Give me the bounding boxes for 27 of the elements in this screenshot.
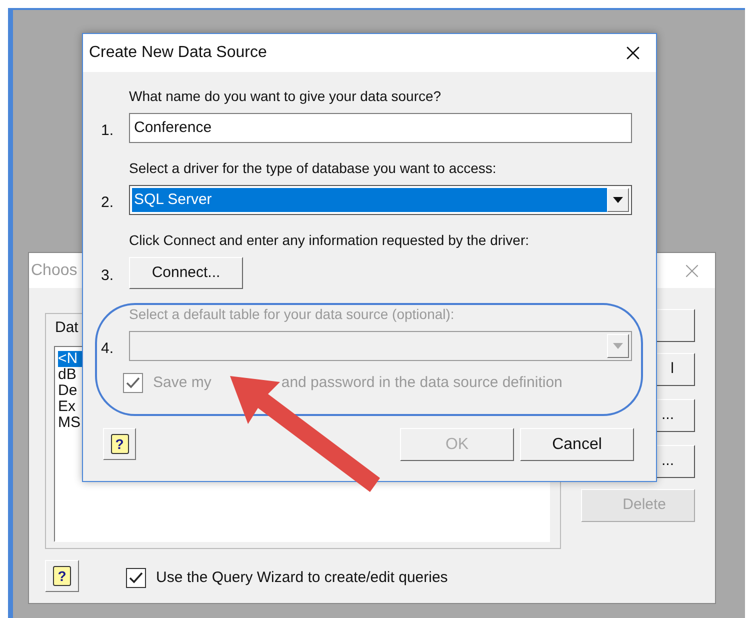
checkbox-label: Save my [153, 373, 212, 393]
step-number: 4. [101, 338, 115, 359]
list-item[interactable]: Ex [58, 399, 80, 415]
checkbox-label: and password in the data source definition [281, 373, 562, 393]
window-title: Create New Data Source [89, 43, 267, 63]
list-item[interactable]: MS [58, 415, 84, 431]
dropdown[interactable]: SQL Server [129, 185, 632, 215]
step-prompt: Select a driver for the type of database you want to access: [129, 159, 498, 178]
step-prompt: Select a default table for your data source (optional): [129, 305, 456, 324]
step-prompt: Click Connect and enter any information requested by the driver: [129, 231, 530, 250]
step-number: 3. [101, 266, 115, 286]
tab-label: Dat [55, 318, 78, 338]
list-item[interactable]: De [58, 383, 82, 399]
list-item[interactable]: dB [58, 367, 80, 383]
step-prompt: What name do you want to give your data source? [129, 87, 442, 106]
step-number: 2. [101, 192, 115, 213]
connect-button[interactable]: Connect... [129, 257, 243, 289]
help-button[interactable]: ? [45, 560, 79, 592]
list-item[interactable]: <N [58, 351, 82, 367]
step-number: 1. [101, 120, 115, 141]
dialog-button[interactable]: Cancel [520, 428, 634, 461]
checkbox[interactable] [126, 568, 146, 588]
name-field[interactable]: Conference [129, 113, 632, 143]
checkbox-label: Use the Query Wizard to create/edit queries [156, 568, 448, 588]
caret-icon [613, 197, 623, 203]
help-button[interactable]: ? [103, 428, 136, 460]
window-title: Choos [31, 260, 78, 280]
